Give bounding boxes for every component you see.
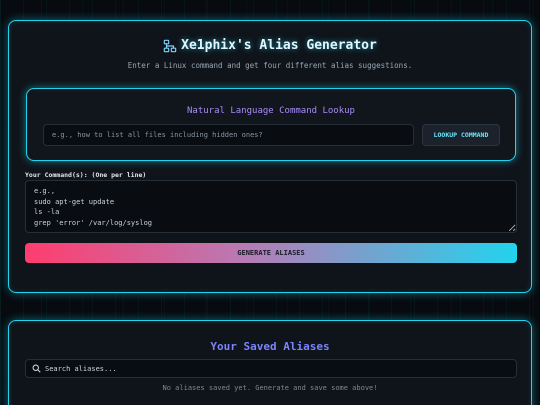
empty-state-message: No aliases saved yet. Generate and save … xyxy=(162,384,378,392)
lookup-title: Natural Language Command Lookup xyxy=(187,106,355,116)
saved-aliases-title: Your Saved Aliases xyxy=(210,340,330,353)
sitemap-icon xyxy=(163,39,177,52)
saved-aliases-card: Your Saved Aliases No aliases saved yet.… xyxy=(8,320,532,405)
commands-placeholder-line: grep 'error' /var/log/syslog xyxy=(34,218,153,227)
commands-placeholder-line: e.g., xyxy=(34,187,56,195)
alias-generator-card: Xe1phix's Alias Generator Enter a Linux … xyxy=(8,20,532,293)
commands-textarea[interactable]: e.g., sudo apt-get update ls -la grep 'e… xyxy=(25,180,517,233)
alias-search-field[interactable] xyxy=(25,359,517,378)
page-title: Xe1phix's Alias Generator xyxy=(181,38,377,53)
search-icon xyxy=(32,364,41,373)
commands-placeholder-line: ls -la xyxy=(34,208,60,216)
page-subtitle: Enter a Linux command and get four diffe… xyxy=(127,61,413,70)
lookup-input[interactable] xyxy=(43,124,414,146)
commands-placeholder-line: sudo apt-get update xyxy=(34,197,115,206)
lookup-command-button[interactable]: LOOKUP COMMAND xyxy=(422,124,500,146)
generate-aliases-button[interactable]: GENERATE ALIASES xyxy=(25,243,517,263)
search-aliases-input[interactable] xyxy=(45,364,516,373)
title-row: Xe1phix's Alias Generator xyxy=(9,38,531,53)
natural-language-lookup-panel: Natural Language Command Lookup LOOKUP C… xyxy=(26,88,516,161)
commands-label: Your Command(s): (One per line) xyxy=(25,171,147,179)
